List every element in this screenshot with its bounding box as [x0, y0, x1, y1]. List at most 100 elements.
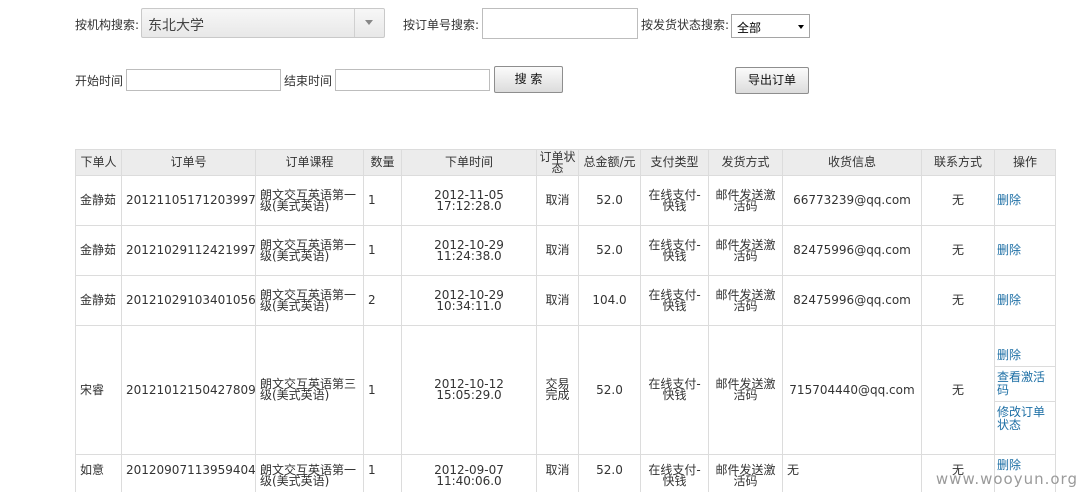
cell-course: 朗文交互英语第一级(美式英语) — [255, 225, 364, 276]
start-time-input[interactable] — [126, 69, 281, 91]
cell-qty: 1 — [363, 454, 402, 492]
table-row: 金静茹 20121029103401056 朗文交互英语第一级(美式英语) 2 … — [75, 275, 1056, 326]
table-header-row: 下单人 订单号 订单课程 数量 下单时间 订单状态 总金额/元 支付类型 发货方… — [75, 149, 1056, 176]
org-search-label: 按机构搜索: — [75, 18, 140, 32]
cell-amount: 52.0 — [578, 454, 641, 492]
cell-order-status: 取消 — [536, 454, 579, 492]
order-no-input[interactable] — [482, 8, 638, 39]
cell-pay-type: 在线支付-快钱 — [640, 225, 709, 276]
cell-amount: 52.0 — [578, 225, 641, 276]
cell-ship-method: 邮件发送激活码 — [708, 225, 783, 276]
cell-contact: 无 — [921, 175, 995, 226]
cell-contact: 无 — [921, 225, 995, 276]
chevron-down-icon — [365, 20, 373, 25]
cell-buyer: 金静茹 — [75, 275, 122, 326]
header-order-status: 订单状态 — [536, 149, 579, 176]
cell-amount: 52.0 — [578, 325, 641, 455]
ship-status-value: 全部 — [737, 21, 762, 35]
delete-link[interactable]: 删除 — [996, 240, 1055, 261]
cell-pay-type: 在线支付-快钱 — [640, 275, 709, 326]
header-pay-type: 支付类型 — [640, 149, 709, 176]
cell-ship-method: 邮件发送激活码 — [708, 275, 783, 326]
cell-course: 朗文交互英语第三级(美式英语) — [255, 325, 364, 455]
cell-course: 朗文交互英语第一级(美式英语) — [255, 275, 364, 326]
cell-order-time: 2012-10-29 10:34:11.0 — [401, 275, 537, 326]
header-ship-method: 发货方式 — [708, 149, 783, 176]
cell-qty: 1 — [363, 325, 402, 455]
cell-order-status: 取消 — [536, 175, 579, 226]
cell-actions: 删除 — [994, 225, 1056, 276]
header-order-time: 下单时间 — [401, 149, 537, 176]
cell-order-status: 交易完成 — [536, 325, 579, 455]
cell-recipient-info: 715704440@qq.com — [782, 325, 922, 455]
cell-order-no: 20121012150427809 — [121, 325, 256, 455]
cell-contact: 无 — [921, 275, 995, 326]
change-order-status-link[interactable]: 修改订单状态 — [995, 400, 1055, 436]
cell-order-no: 20121029112421997 — [121, 225, 256, 276]
cell-recipient-info: 82475996@qq.com — [782, 225, 922, 276]
header-actions: 操作 — [994, 149, 1056, 176]
watermark: www.wooyun.org — [935, 470, 1078, 488]
header-recipient-info: 收货信息 — [782, 149, 922, 176]
org-select-toggle[interactable] — [354, 9, 384, 37]
cell-recipient-info: 66773239@qq.com — [782, 175, 922, 226]
org-select[interactable]: 东北大学 — [141, 8, 385, 38]
orders-table: 下单人 订单号 订单课程 数量 下单时间 订单状态 总金额/元 支付类型 发货方… — [75, 149, 1056, 492]
cell-order-no: 20121105171203997 — [121, 175, 256, 226]
view-activation-code-link[interactable]: 查看激活码 — [995, 365, 1055, 401]
cell-ship-method: 邮件发送激活码 — [708, 175, 783, 226]
table-row: 金静茹 20121029112421997 朗文交互英语第一级(美式英语) 1 … — [75, 225, 1056, 276]
cell-order-status: 取消 — [536, 225, 579, 276]
cell-course: 朗文交互英语第一级(美式英语) — [255, 454, 364, 492]
cell-order-time: 2012-11-05 17:12:28.0 — [401, 175, 537, 226]
header-buyer: 下单人 — [75, 149, 122, 176]
ship-status-select[interactable]: 全部 — [731, 14, 810, 38]
delete-link[interactable]: 删除 — [996, 190, 1055, 211]
search-button[interactable]: 搜 索 — [494, 66, 563, 93]
header-qty: 数量 — [363, 149, 402, 176]
cell-order-time: 2012-10-12 15:05:29.0 — [401, 325, 537, 455]
cell-order-status: 取消 — [536, 275, 579, 326]
cell-actions: 删除 — [994, 275, 1056, 326]
delete-link[interactable]: 删除 — [996, 345, 1055, 366]
cell-qty: 1 — [363, 225, 402, 276]
cell-amount: 104.0 — [578, 275, 641, 326]
cell-recipient-info: 无 — [782, 454, 922, 492]
start-time-label: 开始时间 — [75, 74, 124, 88]
cell-order-time: 2012-09-07 11:40:06.0 — [401, 454, 537, 492]
cell-recipient-info: 82475996@qq.com — [782, 275, 922, 326]
cell-order-no: 20120907113959404 — [121, 454, 256, 492]
cell-order-no: 20121029103401056 — [121, 275, 256, 326]
cell-buyer: 如意 — [75, 454, 122, 492]
ship-status-search-label: 按发货状态搜索: — [641, 18, 730, 32]
cell-pay-type: 在线支付-快钱 — [640, 325, 709, 455]
header-contact: 联系方式 — [921, 149, 995, 176]
cell-pay-type: 在线支付-快钱 — [640, 454, 709, 492]
cell-order-time: 2012-10-29 11:24:38.0 — [401, 225, 537, 276]
header-course: 订单课程 — [255, 149, 364, 176]
table-row: 金静茹 20121105171203997 朗文交互英语第一级(美式英语) 1 … — [75, 175, 1056, 226]
cell-buyer: 宋睿 — [75, 325, 122, 455]
cell-buyer: 金静茹 — [75, 225, 122, 276]
header-amount: 总金额/元 — [578, 149, 641, 176]
org-select-value: 东北大学 — [148, 18, 204, 34]
table-row: 宋睿 20121012150427809 朗文交互英语第三级(美式英语) 1 2… — [75, 325, 1056, 455]
cell-qty: 1 — [363, 175, 402, 226]
header-order-no: 订单号 — [121, 149, 256, 176]
cell-ship-method: 邮件发送激活码 — [708, 454, 783, 492]
end-time-input[interactable] — [335, 69, 490, 91]
cell-amount: 52.0 — [578, 175, 641, 226]
cell-actions: 删除 — [994, 175, 1056, 226]
cell-ship-method: 邮件发送激活码 — [708, 325, 783, 455]
export-orders-button[interactable]: 导出订单 — [735, 67, 809, 94]
table-row: 如意 20120907113959404 朗文交互英语第一级(美式英语) 1 2… — [75, 454, 1056, 492]
dropdown-arrow-icon — [798, 25, 804, 29]
cell-qty: 2 — [363, 275, 402, 326]
cell-actions: 删除 查看激活码 修改订单状态 — [994, 325, 1056, 455]
order-no-search-label: 按订单号搜索: — [403, 18, 480, 32]
end-time-label: 结束时间 — [284, 74, 333, 88]
cell-pay-type: 在线支付-快钱 — [640, 175, 709, 226]
cell-buyer: 金静茹 — [75, 175, 122, 226]
delete-link[interactable]: 删除 — [996, 290, 1055, 311]
cell-course: 朗文交互英语第一级(美式英语) — [255, 175, 364, 226]
